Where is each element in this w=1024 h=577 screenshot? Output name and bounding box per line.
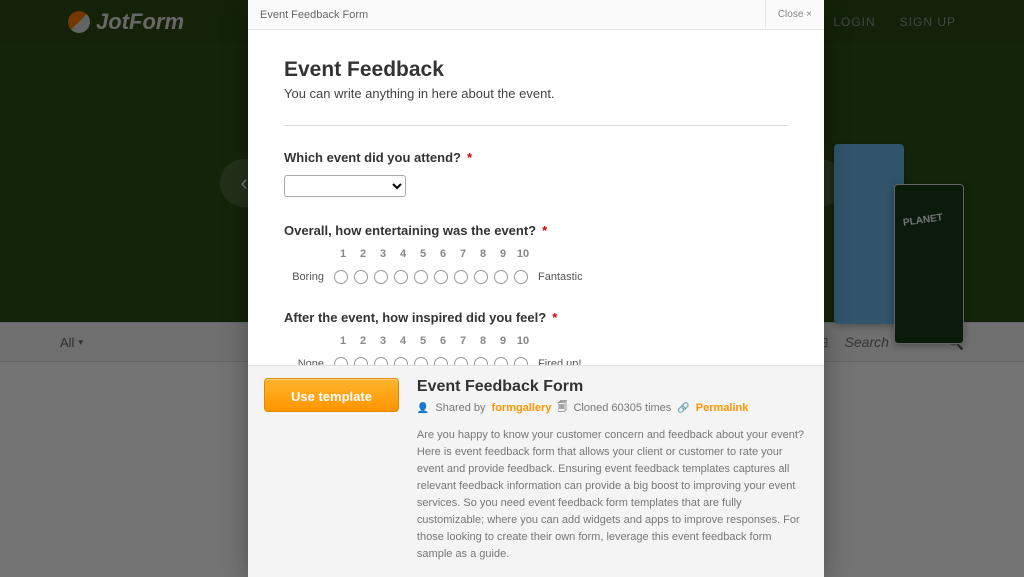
rating-radio[interactable]: [394, 357, 408, 365]
rating-radio[interactable]: [514, 357, 528, 365]
permalink-link[interactable]: Permalink: [696, 402, 749, 414]
rating-radio[interactable]: [454, 270, 468, 284]
rating-radio[interactable]: [334, 270, 348, 284]
modal-title: Event Feedback Form: [260, 9, 368, 21]
rating-radio[interactable]: [414, 357, 428, 365]
rating-radio[interactable]: [374, 270, 388, 284]
footer-description: Are you happy to know your customer conc…: [417, 427, 808, 563]
question-entertaining: Overall, how entertaining was the event?…: [284, 223, 788, 284]
clone-icon: 🗐: [557, 400, 567, 417]
question-inspired: After the event, how inspired did you fe…: [284, 310, 788, 365]
rating-radio[interactable]: [474, 357, 488, 365]
rating-radio[interactable]: [354, 357, 368, 365]
q3-radios: [334, 357, 528, 365]
q2-label: Overall, how entertaining was the event?…: [284, 223, 788, 238]
modal-body: Event Feedback You can write anything in…: [248, 30, 824, 365]
q3-low-label: None: [284, 358, 324, 365]
divider: [284, 125, 788, 126]
q3-label: After the event, how inspired did you fe…: [284, 310, 788, 325]
form-title: Event Feedback: [284, 58, 788, 82]
scale-numbers: 1 2 3 4 5 6 7 8 9 10: [336, 248, 788, 260]
event-select[interactable]: [284, 175, 406, 197]
q2-high-label: Fantastic: [538, 271, 583, 283]
modal: Event Feedback Form Close × Event Feedba…: [248, 0, 824, 577]
rating-radio[interactable]: [434, 270, 448, 284]
use-template-button[interactable]: Use template: [264, 378, 399, 412]
user-icon: 👤: [417, 403, 429, 414]
shared-by-label: Shared by: [435, 402, 485, 414]
rating-radio[interactable]: [394, 270, 408, 284]
rating-radio[interactable]: [434, 357, 448, 365]
rating-radio[interactable]: [494, 357, 508, 365]
footer-meta: 👤 Shared by formgallery 🗐 Cloned 60305 t…: [417, 400, 808, 417]
question-event-attended: Which event did you attend?*: [284, 150, 788, 197]
rating-radio[interactable]: [414, 270, 428, 284]
form-subtitle: You can write anything in here about the…: [284, 86, 788, 101]
rating-radio[interactable]: [454, 357, 468, 365]
q3-high-label: Fired up!: [538, 358, 581, 365]
q2-radios: [334, 270, 528, 284]
rating-radio[interactable]: [334, 357, 348, 365]
modal-footer: Use template Event Feedback Form 👤 Share…: [248, 365, 824, 577]
footer-info: Event Feedback Form 👤 Shared by formgall…: [417, 378, 808, 563]
footer-title: Event Feedback Form: [417, 378, 808, 396]
q2-low-label: Boring: [284, 271, 324, 283]
close-button[interactable]: Close ×: [765, 0, 812, 29]
link-icon: 🔗: [677, 403, 689, 414]
rating-radio[interactable]: [354, 270, 368, 284]
shared-by-link[interactable]: formgallery: [492, 402, 552, 414]
rating-radio[interactable]: [514, 270, 528, 284]
rating-radio[interactable]: [494, 270, 508, 284]
rating-radio[interactable]: [474, 270, 488, 284]
modal-header: Event Feedback Form Close ×: [248, 0, 824, 30]
rating-radio[interactable]: [374, 357, 388, 365]
scale-numbers: 1 2 3 4 5 6 7 8 9 10: [336, 335, 788, 347]
q1-label: Which event did you attend?*: [284, 150, 788, 165]
cloned-count: Cloned 60305 times: [573, 402, 671, 414]
